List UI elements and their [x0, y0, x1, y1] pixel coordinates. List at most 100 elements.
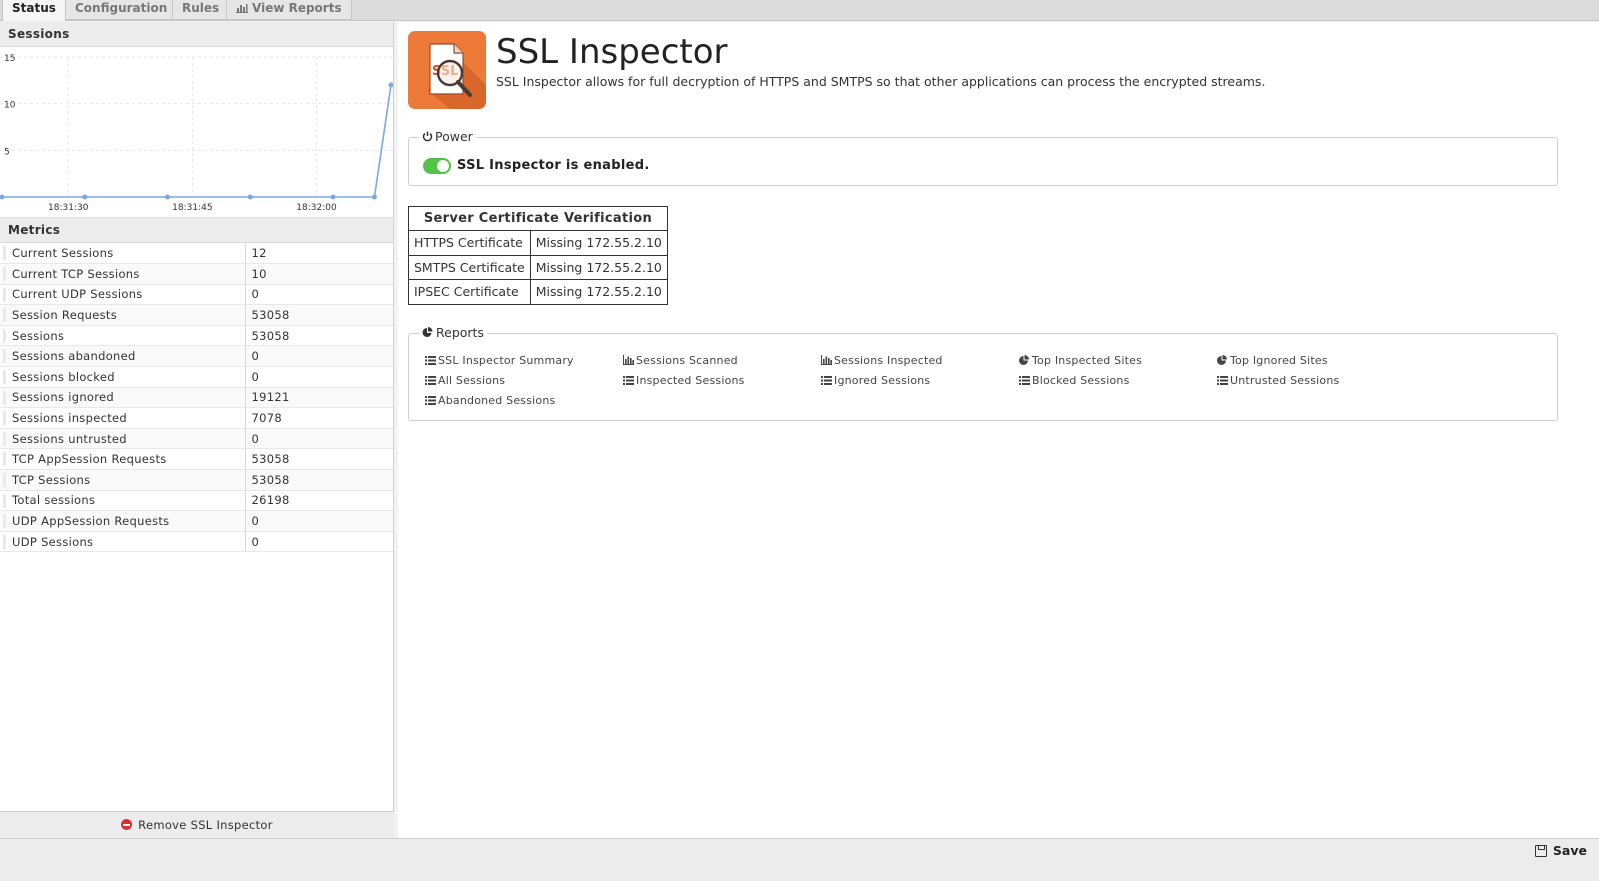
sessions-chart: 15 10 5 18:31:30 18:31:45 18:32:00 [0, 47, 393, 218]
y-tick-label: 5 [4, 147, 10, 157]
metric-name: Current Sessions [0, 243, 246, 265]
metric-row: TCP AppSession Requests 53058 [0, 448, 393, 471]
metric-row: UDP Sessions 0 [0, 531, 393, 553]
data-point [371, 194, 377, 200]
x-tick-label: 18:32:00 [296, 203, 337, 213]
metric-name: Sessions blocked [0, 366, 246, 388]
reports-legend-text: Reports [436, 325, 484, 340]
report-link[interactable]: Top Ignored Sites [1217, 354, 1328, 367]
series-line [2, 84, 392, 198]
report-link[interactable]: All Sessions [425, 374, 505, 387]
list-icon [821, 376, 832, 385]
list-icon [1217, 376, 1228, 385]
power-legend: Power [419, 129, 476, 144]
certificate-status: Missing 172.55.2.10 [529, 254, 668, 280]
metric-value: 0 [245, 531, 393, 553]
certificate-status: Missing 172.55.2.10 [529, 230, 668, 256]
report-link-label: Abandoned Sessions [438, 394, 556, 407]
metric-name: Session Requests [0, 304, 246, 326]
metric-value: 7078 [245, 407, 393, 429]
metric-name: TCP AppSession Requests [0, 448, 246, 471]
report-link-label: Sessions Scanned [636, 354, 738, 367]
tab-status[interactable]: Status [2, 0, 66, 21]
metric-name: UDP Sessions [0, 531, 246, 553]
metric-value: 0 [245, 510, 393, 532]
metric-value: 19121 [245, 387, 393, 409]
report-link[interactable]: Sessions Inspected [821, 354, 943, 367]
data-point [330, 194, 336, 200]
power-icon [422, 131, 433, 142]
report-link[interactable]: Ignored Sessions [821, 374, 930, 387]
metric-row: Sessions blocked 0 [0, 366, 393, 388]
data-point [82, 194, 88, 200]
report-link-label: Sessions Inspected [834, 354, 943, 367]
metric-name: Sessions untrusted [0, 428, 246, 450]
metric-value: 12 [245, 243, 393, 265]
bar-chart-icon [623, 355, 634, 365]
chart-icon [236, 4, 248, 13]
remove-app-button[interactable]: Remove SSL Inspector [0, 811, 394, 838]
y-tick-label: 10 [4, 101, 16, 111]
report-link[interactable]: Blocked Sessions [1019, 374, 1130, 387]
metric-value: 53058 [245, 469, 393, 491]
pie-chart-icon [1019, 355, 1029, 365]
metric-name: Sessions inspected [0, 407, 246, 429]
certificate-row: HTTPS Certificate Missing 172.55.2.10 [408, 230, 668, 256]
certificate-table-title: Server Certificate Verification [408, 206, 668, 231]
power-toggle[interactable] [423, 158, 451, 174]
report-link-label: Top Ignored Sites [1230, 354, 1328, 367]
metric-name: Sessions abandoned [0, 345, 246, 368]
list-icon [623, 376, 634, 385]
metric-value: 0 [245, 284, 393, 306]
left-panel: Sessions 15 10 5 18:31:30 18:31:45 18:32:00 M… [0, 22, 394, 838]
ssl-inspector-icon: SSL [408, 31, 486, 109]
metric-value: 26198 [245, 490, 393, 512]
metric-row: Sessions 53058 [0, 325, 393, 347]
report-link[interactable]: Inspected Sessions [623, 374, 745, 387]
tab-label: Configuration [75, 1, 168, 15]
metric-name: Current UDP Sessions [0, 284, 246, 306]
metric-row: Sessions untrusted 0 [0, 428, 393, 450]
certificate-row: SMTPS Certificate Missing 172.55.2.10 [408, 254, 668, 280]
metric-row: Current UDP Sessions 0 [0, 284, 393, 306]
tab-label: View Reports [252, 1, 342, 15]
metric-row: Sessions ignored 19121 [0, 387, 393, 409]
metric-row: Current TCP Sessions 10 [0, 263, 393, 285]
sessions-chart-svg: 15 10 5 18:31:30 18:31:45 18:32:00 [0, 54, 393, 213]
certificate-name: HTTPS Certificate [408, 230, 531, 256]
metric-row: Current Sessions 12 [0, 243, 393, 265]
tab-configuration[interactable]: Configuration [65, 0, 178, 20]
list-icon [425, 396, 436, 405]
report-link-label: Ignored Sessions [834, 374, 931, 387]
metric-value: 0 [245, 345, 393, 368]
save-button[interactable]: Save [1534, 843, 1587, 858]
data-point [0, 194, 5, 200]
certificate-name: IPSEC Certificate [408, 279, 531, 305]
reports-legend: Reports [419, 325, 487, 340]
tab-label: Rules [182, 1, 220, 15]
report-link[interactable]: Top Inspected Sites [1019, 354, 1142, 367]
save-icon [1534, 845, 1547, 857]
report-link[interactable]: Abandoned Sessions [425, 394, 555, 407]
metric-value: 53058 [245, 325, 393, 347]
save-label: Save [1552, 843, 1587, 858]
metric-name: Current TCP Sessions [0, 263, 246, 285]
report-link-label: Inspected Sessions [636, 374, 745, 387]
power-section: Power SSL Inspector is enabled. [408, 129, 1558, 186]
data-point [388, 82, 393, 88]
report-link[interactable]: SSL Inspector Summary [425, 354, 574, 367]
tab-rules[interactable]: Rules [172, 0, 230, 20]
certificate-name: SMTPS Certificate [408, 254, 531, 280]
report-link[interactable]: Untrusted Sessions [1217, 374, 1339, 387]
list-icon [1019, 376, 1030, 385]
tab-view-reports[interactable]: View Reports [226, 0, 352, 20]
metric-value: 0 [245, 428, 393, 450]
metric-value: 10 [245, 263, 393, 285]
report-link[interactable]: Sessions Scanned [623, 354, 738, 367]
certificate-table: Server Certificate Verification HTTPS Ce… [408, 206, 668, 305]
metric-name: Sessions [0, 325, 246, 347]
report-link-label: Top Inspected Sites [1032, 354, 1143, 367]
pie-chart-icon [422, 327, 433, 337]
metric-row: Session Requests 53058 [0, 304, 393, 326]
main-content: SSL SSL Inspector SSL Inspector allows f… [398, 22, 1599, 838]
